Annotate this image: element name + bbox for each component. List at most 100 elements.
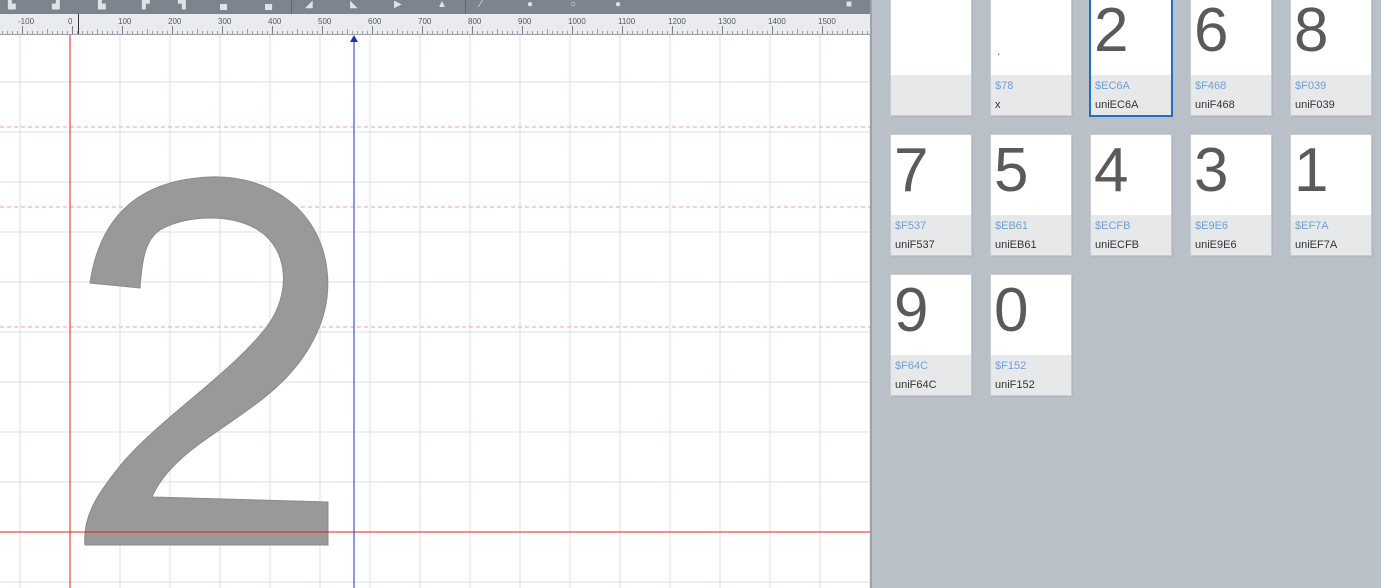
glyph-code: $F152	[995, 360, 1027, 372]
ruler-minor-tick	[242, 31, 243, 34]
ruler-minor-tick	[762, 31, 763, 34]
glyph-preview: 9	[894, 276, 929, 345]
ruler-minor-tick	[407, 31, 408, 34]
ruler-minor-tick	[162, 31, 163, 34]
ruler-minor-tick	[867, 31, 868, 34]
ruler-minor-tick	[32, 31, 33, 34]
ruler-major-tick	[72, 26, 73, 34]
ruler-minor-tick	[602, 31, 603, 34]
lock-icon[interactable]: ■	[846, 0, 852, 10]
glyph-code: $F468	[1195, 80, 1227, 92]
align-middle-icon[interactable]: ▜	[178, 0, 186, 10]
ruler-minor-tick	[57, 31, 58, 34]
glyph-canvas[interactable]	[0, 35, 871, 588]
glyph-card[interactable]: 9 $F64C uniF64C	[891, 275, 971, 395]
ruler-minor-tick	[507, 31, 508, 34]
glyph-card[interactable]: . $78 x	[991, 0, 1071, 115]
glyph-preview: .	[997, 44, 1001, 58]
glyph-code: $E9E6	[1195, 220, 1229, 232]
ruler-minor-tick	[567, 31, 568, 34]
ruler-minor-tick	[117, 31, 118, 34]
ruler-minor-tick	[217, 31, 218, 34]
glyph-card[interactable]: 0 $F152 uniF152	[991, 275, 1071, 395]
ruler-minor-tick	[367, 31, 368, 34]
distribute-icon[interactable]: ▄	[265, 0, 272, 10]
ruler-major-tick	[472, 26, 473, 34]
ruler-minor-tick	[582, 31, 583, 34]
ruler-minor-tick	[792, 31, 793, 34]
ruler-minor-tick	[632, 31, 633, 34]
glyph-code: $78	[995, 80, 1014, 92]
ruler-minor-tick	[147, 29, 148, 34]
play-icon[interactable]: ▶	[394, 0, 402, 10]
flip-horizontal-icon[interactable]: ◢	[305, 0, 313, 10]
glyph-info: $EB61 uniEB61	[991, 215, 1071, 255]
ruler-minor-tick	[37, 31, 38, 34]
glyph-code: $EB61	[995, 220, 1029, 232]
ruler-minor-tick	[392, 31, 393, 34]
ruler-minor-tick	[157, 31, 158, 34]
ruler-minor-tick	[467, 31, 468, 34]
ruler-minor-tick	[287, 31, 288, 34]
glyph-card[interactable]: 3 $E9E6 uniE9E6	[1191, 135, 1271, 255]
glyph-card[interactable]	[891, 0, 971, 115]
ruler-minor-tick	[542, 31, 543, 34]
glyph-preview: 7	[894, 136, 929, 205]
ruler-label: 400	[268, 17, 282, 26]
pen-icon[interactable]: ⁄	[480, 0, 482, 10]
ruler-minor-tick	[662, 31, 663, 34]
ruler-minor-tick	[92, 31, 93, 34]
glyph-preview: 2	[1094, 0, 1129, 65]
align-right-icon[interactable]: ▙	[98, 0, 106, 10]
glyph-info: $ECFB uniECFB	[1091, 215, 1171, 255]
align-left-icon[interactable]: ▙	[8, 0, 16, 10]
ruler-minor-tick	[152, 31, 153, 34]
node-icon[interactable]: ●	[527, 0, 533, 10]
ruler-minor-tick	[252, 31, 253, 34]
ruler-minor-tick	[377, 31, 378, 34]
glyph-card[interactable]: 4 $ECFB uniECFB	[1091, 135, 1171, 255]
ruler-minor-tick	[812, 31, 813, 34]
ruler-minor-tick	[827, 31, 828, 34]
align-top-icon[interactable]: ▛	[142, 0, 150, 10]
glyph-preview: 0	[994, 276, 1029, 345]
ruler-minor-tick	[517, 31, 518, 34]
ruler-minor-tick	[12, 31, 13, 34]
glyph-card[interactable]: 7 $F537 uniF537	[891, 135, 971, 255]
toolbar-separator	[291, 0, 292, 14]
mirror-icon[interactable]: ▲	[437, 0, 447, 10]
ruler-minor-tick	[687, 31, 688, 34]
ruler-label: 900	[518, 17, 532, 26]
ruler-minor-tick	[497, 29, 498, 34]
ruler-minor-tick	[352, 31, 353, 34]
dot-icon[interactable]: ●	[615, 0, 621, 10]
ruler-minor-tick	[717, 31, 718, 34]
glyph-card[interactable]: 2 $EC6A uniEC6A	[1091, 0, 1171, 115]
ruler-label: 1300	[718, 17, 736, 26]
glyph-card[interactable]: 6 $F468 uniF468	[1191, 0, 1271, 115]
ruler-minor-tick	[187, 31, 188, 34]
ruler-minor-tick	[737, 31, 738, 34]
align-bottom-icon[interactable]: ▄	[220, 0, 227, 10]
ruler-minor-tick	[427, 31, 428, 34]
ruler-minor-tick	[247, 29, 248, 34]
ruler-minor-tick	[692, 31, 693, 34]
flip-vertical-icon[interactable]: ◣	[350, 0, 358, 10]
glyph-card[interactable]: 5 $EB61 uniEB61	[991, 135, 1071, 255]
ruler-label: 300	[218, 17, 232, 26]
advance-width-handle[interactable]	[350, 35, 358, 42]
circle-icon[interactable]: ○	[570, 0, 576, 10]
ruler-minor-tick	[597, 29, 598, 34]
ruler-minor-tick	[857, 31, 858, 34]
ruler-minor-tick	[212, 31, 213, 34]
glyph-card[interactable]: 1 $EF7A uniEF7A	[1291, 135, 1371, 255]
ruler-minor-tick	[527, 31, 528, 34]
glyph-card[interactable]: 8 $F039 uniF039	[1291, 0, 1371, 115]
ruler-minor-tick	[2, 31, 3, 34]
ruler-minor-tick	[682, 31, 683, 34]
ruler-minor-tick	[277, 31, 278, 34]
ruler-minor-tick	[237, 31, 238, 34]
glyph-code: $ECFB	[1095, 220, 1131, 232]
align-center-icon[interactable]: ▟	[52, 0, 60, 10]
glyph-name: uniE9E6	[1195, 239, 1237, 251]
